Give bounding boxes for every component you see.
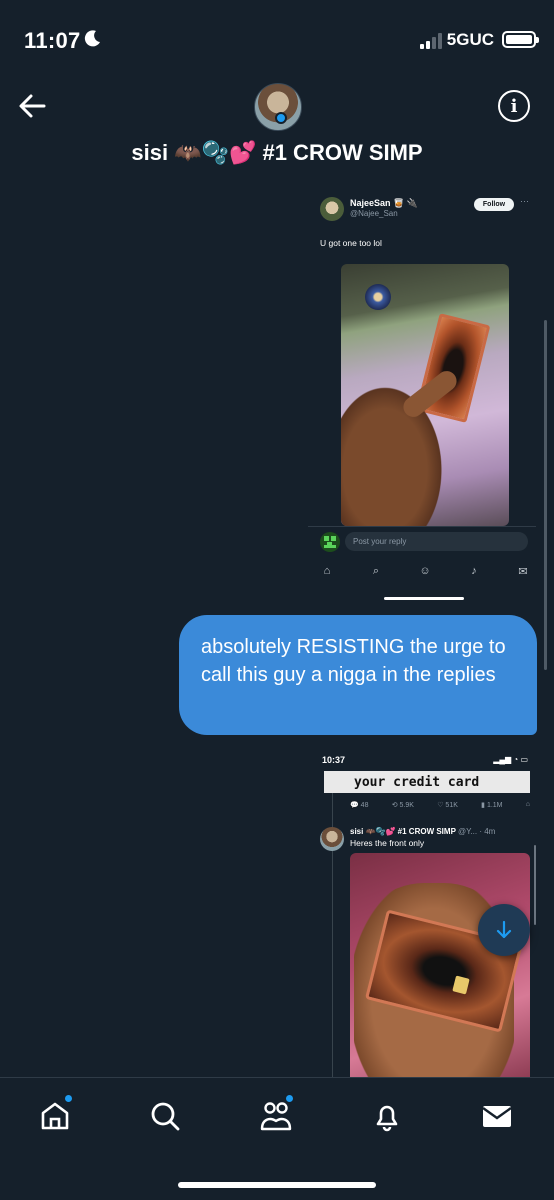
message-bubble[interactable]: absolutely RESISTING the urge to call th…	[179, 615, 537, 735]
post-author-handle: @Najee_San	[350, 209, 398, 218]
nav-messages[interactable]	[477, 1096, 517, 1136]
home-notification-dot	[64, 1094, 73, 1103]
communities-icon	[260, 1102, 292, 1131]
bookmark-icon: ⌂	[525, 801, 530, 808]
arrow-down-icon	[496, 920, 512, 939]
screenshot-tab-bar: ⌂ ⌕ ☺ ♪ ✉	[320, 564, 530, 578]
credit-card-banner: your credit card	[324, 771, 530, 793]
beyblade-disk	[365, 284, 391, 310]
home-icon	[41, 1102, 69, 1130]
status-bar: 11:07 5GUC	[0, 0, 554, 70]
post-author-name: NajeeSan 🥃 🔌	[350, 198, 418, 208]
mail-icon: ✉	[518, 565, 528, 578]
views-count: ▮ 1.1M	[481, 802, 503, 809]
nav-search[interactable]	[145, 1096, 185, 1136]
search-icon: ⌕	[372, 564, 380, 577]
nav-home[interactable]	[35, 1094, 75, 1136]
conversation-title[interactable]: sisi 🦇🫧💕 #1 CROW SIMP	[0, 140, 554, 166]
reply-text: Heres the front only	[350, 838, 425, 848]
back-arrow-icon[interactable]	[14, 88, 50, 124]
bell-icon	[376, 1105, 398, 1132]
search-icon	[151, 1102, 180, 1131]
verified-badge-icon	[275, 112, 287, 124]
nav-communities[interactable]	[256, 1094, 296, 1136]
reposts-count: ⟲ 5.9K	[391, 802, 414, 809]
post-author-avatar	[320, 197, 344, 221]
likes-count: ♡ 51K	[437, 802, 458, 809]
reply-author-name: sisi 🦇🫧💕 #1 CROW SIMP @Y... · 4m	[350, 827, 496, 836]
scroll-down-button[interactable]	[478, 904, 530, 956]
communities-icon: ☺	[419, 565, 431, 577]
follow-button: Follow	[474, 198, 514, 211]
signal-icon	[420, 32, 442, 49]
screenshot-status-icons: ▂▄▆ ◔ ▭	[493, 755, 528, 764]
screenshot-home-indicator	[384, 597, 464, 600]
post-text: U got one too lol	[320, 238, 382, 248]
status-time: 11:07	[24, 28, 81, 53]
moon-icon	[84, 30, 100, 47]
network-label: 5GUC	[446, 30, 494, 49]
bell-icon: ♪	[471, 565, 477, 577]
screenshot-time: 10:37	[322, 755, 346, 765]
scrollbar[interactable]	[544, 320, 547, 670]
home-icon: ⌂	[323, 565, 331, 577]
more-icon: ···	[520, 196, 529, 206]
nav-notifications[interactable]	[367, 1096, 407, 1136]
conversation-avatar[interactable]	[254, 83, 302, 131]
reply-photo	[350, 853, 530, 1077]
battery-icon	[502, 31, 539, 48]
info-icon[interactable]: i	[498, 90, 530, 122]
screenshot-scrollbar	[534, 845, 536, 925]
reply-avatar	[320, 532, 340, 552]
replies-count: 💬 48	[350, 802, 369, 809]
communities-notification-dot	[285, 1094, 294, 1103]
post-photo	[341, 264, 509, 526]
divider	[308, 526, 536, 527]
shared-image-post[interactable]: NajeeSan 🥃 🔌 @Najee_San Follow ··· U got…	[308, 186, 536, 606]
reply-author-avatar	[320, 827, 344, 851]
reply-input: Post your reply	[345, 532, 528, 551]
mail-icon	[482, 1106, 512, 1127]
post-metrics: 💬 48 ⟲ 5.9K ♡ 51K ▮ 1.1M ⌂	[350, 801, 530, 809]
home-indicator	[178, 1182, 376, 1188]
